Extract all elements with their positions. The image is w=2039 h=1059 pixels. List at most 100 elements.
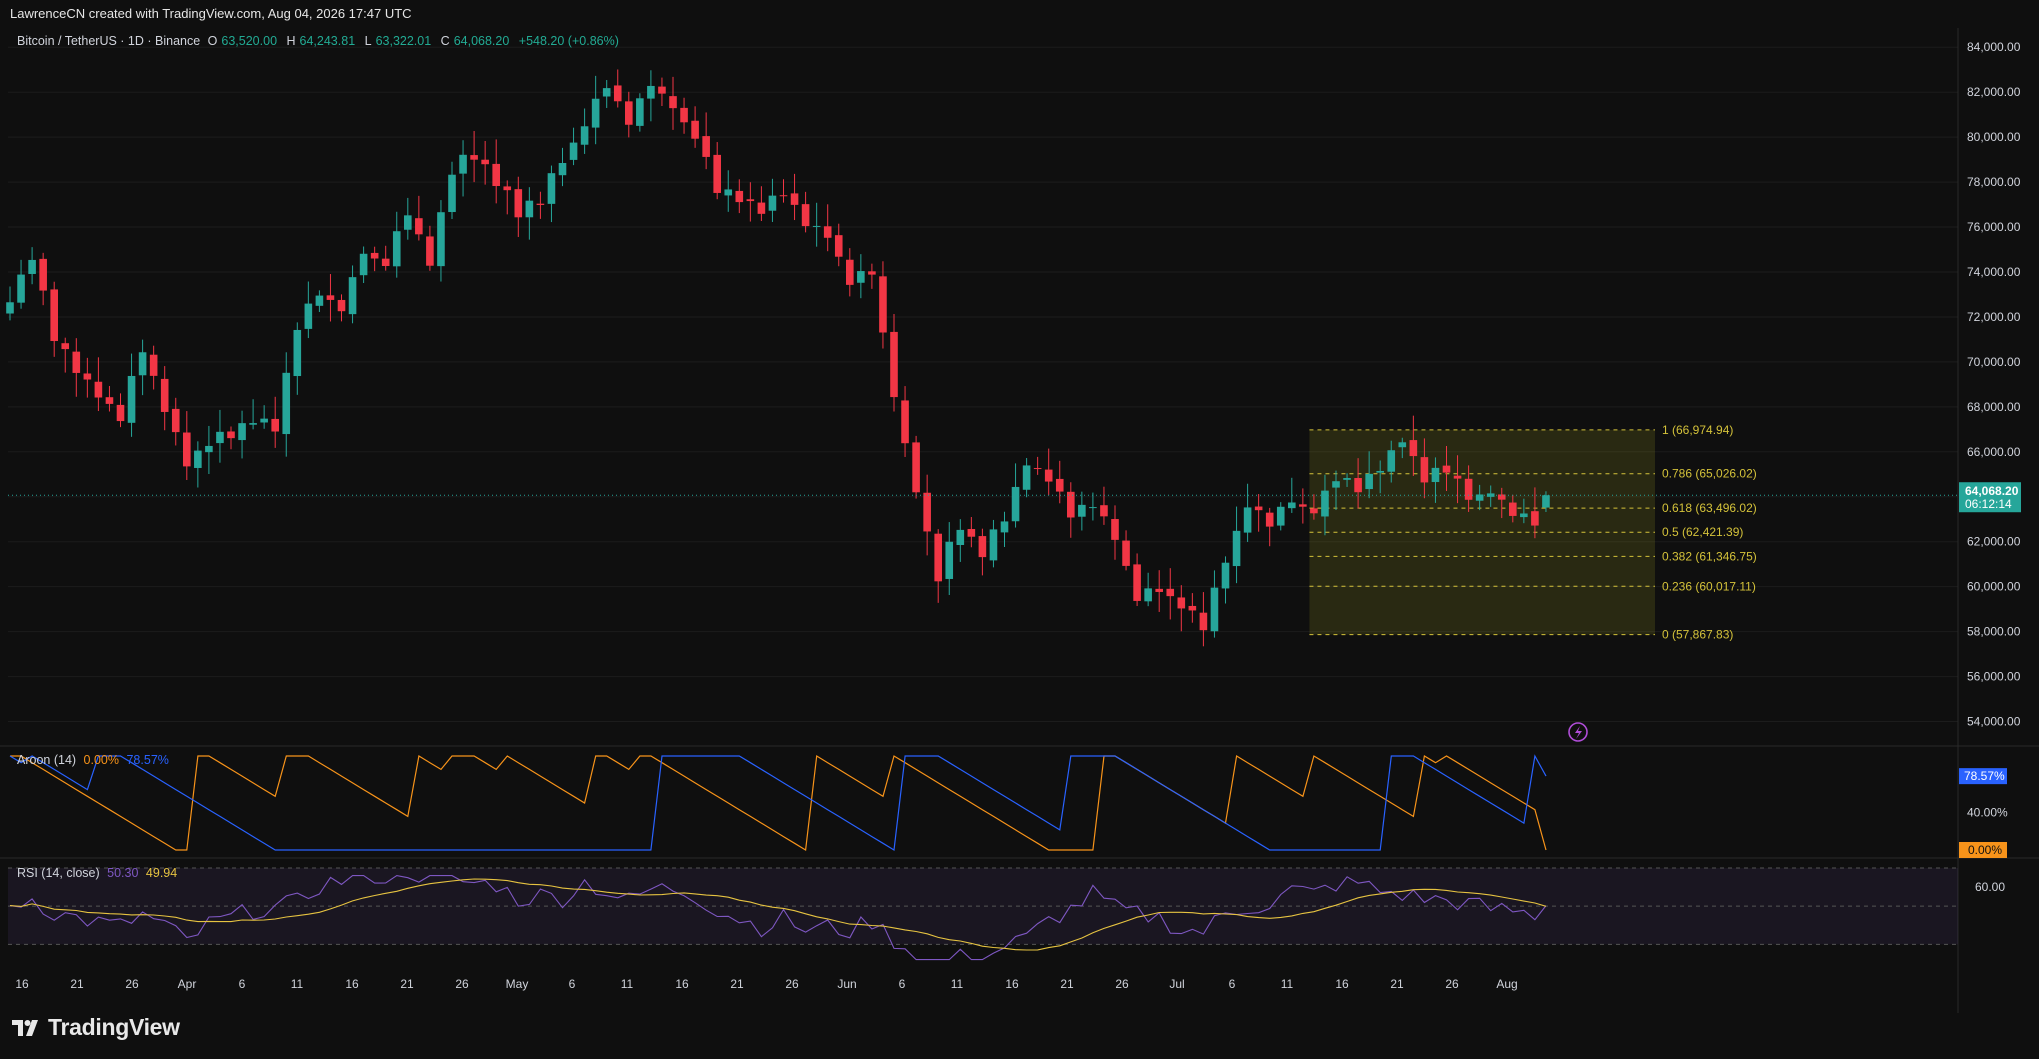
candle-body xyxy=(370,252,379,259)
time-tick-label: 11 xyxy=(1281,977,1294,991)
candle-body xyxy=(779,195,788,197)
symbol-legend: Bitcoin / TetherUS · 1D · Binance O 63,52… xyxy=(17,34,623,48)
aroon-up-value: 0.00% xyxy=(83,753,119,767)
rsi-ma-value: 49.94 xyxy=(145,866,178,880)
rsi-tick-label: 60.00 xyxy=(1975,880,2005,894)
price-tick-label: 56,000.00 xyxy=(1967,670,2021,684)
rsi-legend[interactable]: RSI (14, close) 50.30 49.94 xyxy=(17,866,181,880)
time-tick-label: 6 xyxy=(1229,977,1236,991)
price-tick-label: 74,000.00 xyxy=(1967,265,2021,279)
price-tick-label: 80,000.00 xyxy=(1967,130,2021,144)
candle-body xyxy=(1420,457,1429,483)
candle-body xyxy=(1166,588,1175,597)
candle-body xyxy=(1100,505,1108,517)
candle-body xyxy=(260,418,268,423)
candle-body xyxy=(1409,440,1418,457)
candle-body xyxy=(238,423,246,441)
rsi-label: RSI (14, close) xyxy=(17,866,100,880)
fib-level-label: 0.382 (61,346.75) xyxy=(1662,549,1757,563)
logo-text: TradingView xyxy=(48,1014,180,1040)
candle-body xyxy=(1133,564,1141,601)
candle-body xyxy=(470,155,478,160)
candle-body xyxy=(923,492,931,532)
tradingview-logo[interactable]: TradingView xyxy=(12,1014,180,1041)
candle-body xyxy=(116,404,125,422)
candle-body xyxy=(989,529,998,561)
tradingview-logo-icon xyxy=(12,1019,38,1036)
candle-body xyxy=(503,186,512,191)
time-tick-label: Apr xyxy=(178,977,197,991)
candle-body xyxy=(812,225,821,227)
candle-body xyxy=(580,126,589,145)
candle-body xyxy=(1442,465,1451,473)
candle-body xyxy=(1078,504,1086,517)
candle-body xyxy=(437,212,445,267)
candle-body xyxy=(1343,478,1351,480)
chart-background xyxy=(0,28,2039,1013)
candle-body xyxy=(1011,486,1020,522)
candle-body xyxy=(691,120,699,139)
chart-attribution: LawrenceCN created with TradingView.com,… xyxy=(0,0,2039,28)
candle-body xyxy=(868,271,876,275)
symbol-name[interactable]: Bitcoin / TetherUS · 1D · Binance xyxy=(17,34,200,48)
time-tick-label: 11 xyxy=(621,977,634,991)
candle-body xyxy=(1464,478,1473,500)
high-label: H xyxy=(286,34,296,48)
time-tick-label: May xyxy=(506,977,529,991)
fib-level-label: 0.786 (65,026.02) xyxy=(1662,467,1757,481)
candle-body xyxy=(746,199,755,202)
candle-body xyxy=(1520,513,1528,518)
candle-body xyxy=(282,372,291,435)
candle-body xyxy=(713,154,721,193)
candle-body xyxy=(459,154,467,174)
candle-body xyxy=(61,343,70,350)
candle-body xyxy=(680,107,688,123)
open-value: 63,520.00 xyxy=(221,34,278,48)
candle-body xyxy=(404,215,412,230)
aroon-label: Aroon (14) xyxy=(17,753,77,767)
time-tick-label: 11 xyxy=(951,977,964,991)
time-tick-label: 26 xyxy=(455,977,469,991)
candle-body xyxy=(1000,521,1009,533)
trading-chart[interactable]: 1 (66,974.94) 0.786 (65,026.02) 0.618 (63,… xyxy=(0,28,2039,1013)
candle-body xyxy=(647,85,655,99)
candle-body xyxy=(1111,519,1119,540)
time-tick-label: 6 xyxy=(239,977,246,991)
time-tick-label: 21 xyxy=(1060,977,1074,991)
aroon-legend[interactable]: Aroon (14) 0.00% 78.57% xyxy=(17,753,173,767)
candle-body xyxy=(1376,470,1384,473)
candle-body xyxy=(194,450,202,468)
price-tick-label: 76,000.00 xyxy=(1967,220,2021,234)
candle-body xyxy=(271,418,279,432)
candle-body xyxy=(823,226,832,238)
time-tick-label: 26 xyxy=(125,977,139,991)
candle-body xyxy=(956,529,965,545)
candle-body xyxy=(1431,467,1440,483)
rsi-value: 50.30 xyxy=(107,866,139,880)
candle-body xyxy=(1254,506,1263,511)
candle-body xyxy=(1221,562,1230,589)
fib-level-label: 0.5 (62,421.39) xyxy=(1662,525,1743,539)
candle-body xyxy=(28,259,36,274)
candle-body xyxy=(216,431,224,444)
candle-body xyxy=(1354,478,1362,493)
time-tick-label: 16 xyxy=(1005,977,1019,991)
candle-body xyxy=(1155,588,1163,592)
open-label: O xyxy=(207,34,218,48)
price-tick-label: 78,000.00 xyxy=(1967,175,2021,189)
candle-body xyxy=(227,431,235,439)
candle-body xyxy=(426,236,434,266)
candle-body xyxy=(591,98,600,128)
candle-body xyxy=(1177,597,1186,609)
candle-body xyxy=(547,173,556,204)
time-tick-label: 26 xyxy=(1115,977,1129,991)
candle-body xyxy=(50,289,58,342)
candle-body xyxy=(1232,530,1241,567)
candle-body xyxy=(1055,478,1064,492)
price-tick-label: 82,000.00 xyxy=(1967,85,2021,99)
candle-body xyxy=(448,174,456,213)
candle-body xyxy=(72,351,81,373)
candle-body xyxy=(1243,507,1252,533)
time-tick-label: 16 xyxy=(675,977,689,991)
candle-body xyxy=(83,373,92,380)
